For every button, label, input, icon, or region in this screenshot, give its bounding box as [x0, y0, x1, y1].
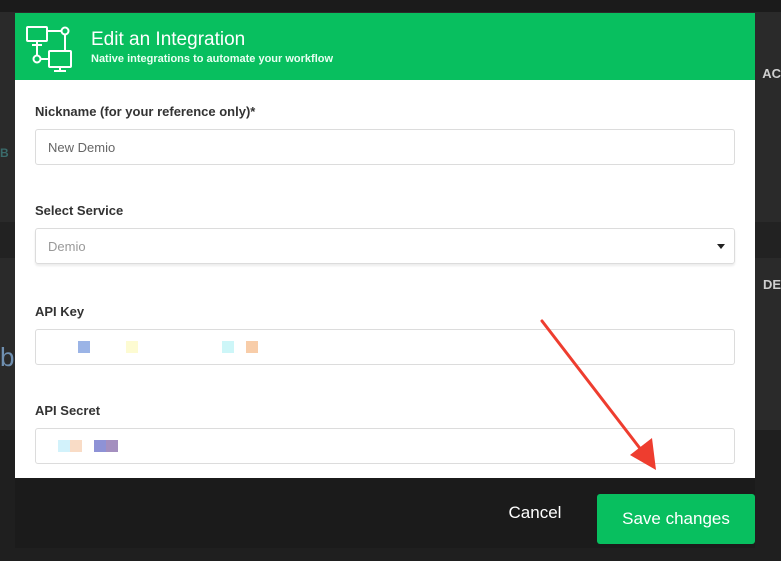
backdrop-band: [0, 0, 781, 12]
edit-integration-modal: Edit an Integration Native integrations …: [15, 13, 755, 478]
api-key-redacted-value: [48, 341, 258, 353]
modal-footer: Cancel Save changes: [15, 478, 755, 548]
caret-down-icon: [717, 243, 725, 249]
api-secret-input[interactable]: [35, 428, 735, 464]
cancel-button[interactable]: Cancel: [495, 498, 575, 528]
api-key-label: API Key: [35, 304, 85, 319]
nickname-label: Nickname (for your reference only)*: [35, 104, 256, 119]
network-integration-icon: [25, 21, 77, 73]
header-text: Edit an Integration Native integrations …: [91, 29, 333, 65]
modal-header: Edit an Integration Native integrations …: [15, 13, 755, 80]
save-changes-button[interactable]: Save changes: [597, 494, 755, 544]
service-label: Select Service: [35, 203, 124, 218]
api-secret-field-group: API Secret: [35, 402, 735, 464]
api-key-field-group: API Key: [35, 303, 735, 365]
modal-title: Edit an Integration: [91, 28, 246, 50]
service-select[interactable]: Demio: [35, 228, 735, 264]
modal-subtitle: Native integrations to automate your wor…: [91, 52, 334, 65]
backdrop-text: DE: [762, 277, 781, 292]
service-field-group: Select Service Demio: [35, 202, 735, 264]
backdrop-text: b: [0, 342, 15, 372]
backdrop-text: B: [0, 146, 9, 160]
service-selected-value: Demio: [48, 238, 86, 254]
api-key-input[interactable]: [35, 329, 735, 365]
nickname-input[interactable]: New Demio: [35, 129, 735, 165]
nickname-value: New Demio: [48, 139, 116, 155]
modal-body: Nickname (for your reference only)* New …: [15, 80, 755, 464]
api-secret-label: API Secret: [35, 403, 101, 418]
nickname-field-group: Nickname (for your reference only)* New …: [35, 103, 735, 165]
api-secret-redacted-value: [48, 440, 118, 452]
backdrop-text: AC: [762, 66, 781, 81]
